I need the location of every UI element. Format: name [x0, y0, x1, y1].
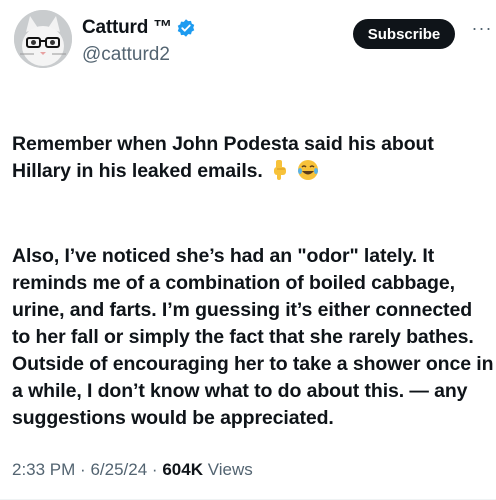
tweet-date[interactable]: 6/25/24 — [90, 460, 147, 479]
tears-of-joy-emoji-icon — [297, 159, 319, 189]
tweet-text: Remember when John Podesta said his abou… — [12, 104, 494, 459]
pointing-down-emoji-icon — [269, 159, 291, 189]
tweet-time[interactable]: 2:33 PM — [12, 460, 75, 479]
views-count[interactable]: 604K — [162, 460, 203, 479]
display-name-row: Catturd ™ — [82, 16, 196, 40]
avatar[interactable] — [14, 10, 72, 68]
display-name[interactable]: Catturd ™ — [82, 17, 172, 39]
tweet-meta: 2:33 PM · 6/25/24 · 604K Views — [12, 460, 253, 480]
verified-badge-icon[interactable] — [176, 18, 196, 38]
tweet-paragraph-1-text: Remember when John Podesta said his abou… — [12, 133, 434, 182]
subscribe-button[interactable]: Subscribe — [353, 19, 455, 49]
tweet-header: Catturd ™ @catturd2 Subscribe ··· — [14, 10, 491, 80]
tweet-paragraph: Remember when John Podesta said his abou… — [12, 131, 494, 189]
meta-separator: · — [80, 460, 86, 479]
meta-separator: · — [151, 460, 158, 479]
cat-avatar-icon — [14, 10, 72, 68]
author-names: Catturd ™ @catturd2 — [82, 16, 196, 66]
views-label[interactable]: Views — [208, 460, 253, 479]
tweet-paragraph: Also, I’ve noticed she’s had an "odor" l… — [12, 245, 494, 429]
more-options-icon[interactable]: ··· — [470, 18, 494, 42]
author-handle[interactable]: @catturd2 — [82, 44, 196, 66]
